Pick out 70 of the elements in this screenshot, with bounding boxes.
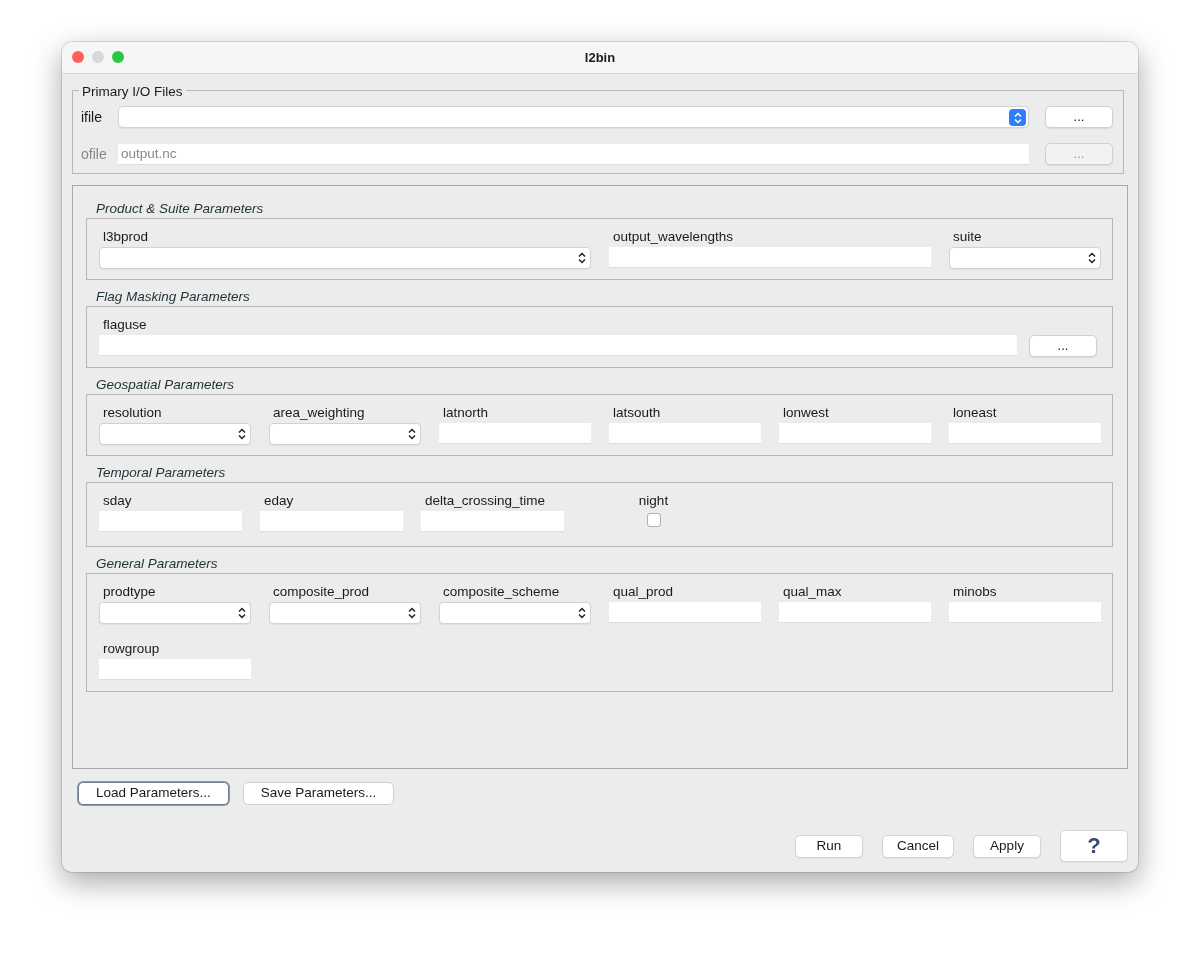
dialog-button[interactable]: Cancel [881, 834, 954, 858]
input-field[interactable] [779, 602, 931, 623]
field-label: suite [952, 228, 983, 246]
field-label: ifile [81, 107, 103, 127]
input-field[interactable] [609, 423, 761, 444]
field-label: latnorth [442, 404, 490, 422]
dropdown-field[interactable] [269, 602, 421, 624]
dialog-button[interactable]: Apply [973, 834, 1041, 858]
field-label: minobs [952, 583, 998, 601]
chevron-updown-icon [238, 428, 246, 440]
input-field[interactable] [99, 335, 1017, 356]
input-field[interactable] [99, 511, 242, 532]
section-title: Temporal Parameters [96, 464, 227, 482]
input-field[interactable] [439, 423, 591, 444]
field-label: output_wavelengths [612, 228, 735, 246]
input-field[interactable] [421, 511, 564, 532]
input-field[interactable] [260, 511, 403, 532]
field-label: ofile [81, 144, 108, 164]
field-label: night [637, 492, 670, 510]
dropdown-field[interactable] [949, 247, 1101, 269]
dropdown-field[interactable] [99, 247, 591, 269]
dropdown-field[interactable] [439, 602, 591, 624]
chevron-updown-icon [578, 607, 586, 619]
field-label: qual_max [782, 583, 843, 601]
browse-button[interactable]: ... [1045, 106, 1113, 128]
parameters-button[interactable]: Load Parameters... [78, 782, 229, 805]
file-dropdown[interactable] [118, 106, 1029, 128]
chevron-updown-icon [578, 252, 586, 264]
section-title: Geospatial Parameters [96, 376, 236, 394]
field-label: latsouth [612, 404, 662, 422]
field-label: prodtype [102, 583, 157, 601]
input-field[interactable] [779, 423, 931, 444]
field-label: delta_crossing_time [424, 492, 547, 510]
chevron-updown-icon [408, 428, 416, 440]
field-label: sday [102, 492, 133, 510]
field-label: eday [263, 492, 295, 510]
field-label: l3bprod [102, 228, 150, 246]
field-label: qual_prod [612, 583, 675, 601]
field-label: area_weighting [272, 404, 366, 422]
section-title: Flag Masking Parameters [96, 288, 251, 306]
field-label: composite_prod [272, 583, 371, 601]
chevron-updown-icon [1088, 252, 1096, 264]
field-label: composite_scheme [442, 583, 561, 601]
input-field[interactable] [609, 247, 931, 268]
chevron-updown-icon [238, 607, 246, 619]
field-label: rowgroup [102, 640, 161, 658]
checkbox[interactable] [646, 513, 661, 527]
input-field[interactable] [949, 423, 1101, 444]
chevron-updown-icon [1009, 109, 1026, 126]
dropdown-field[interactable] [269, 423, 421, 445]
parameters-button[interactable]: Save Parameters... [242, 782, 395, 805]
zoom-button[interactable] [112, 51, 124, 63]
input-field[interactable] [99, 659, 251, 680]
input-field[interactable] [609, 602, 761, 623]
minimize-button[interactable] [92, 51, 104, 63]
section-title: Product & Suite Parameters [96, 200, 265, 218]
close-button[interactable] [72, 51, 84, 63]
dialog-button[interactable]: Run [794, 834, 863, 858]
section-title: General Parameters [96, 555, 219, 573]
field-label: loneast [952, 404, 998, 422]
field-label: resolution [102, 404, 163, 422]
chevron-updown-icon [408, 607, 416, 619]
input-field[interactable] [949, 602, 1101, 623]
window-title: l2bin [584, 49, 616, 67]
field-label: lonwest [782, 404, 830, 422]
browse-button[interactable]: ... [1029, 335, 1097, 357]
help-button[interactable]: ? [1060, 830, 1128, 862]
field-label: flaguse [102, 316, 148, 334]
dropdown-field[interactable] [99, 423, 251, 445]
dropdown-field[interactable] [99, 602, 251, 624]
